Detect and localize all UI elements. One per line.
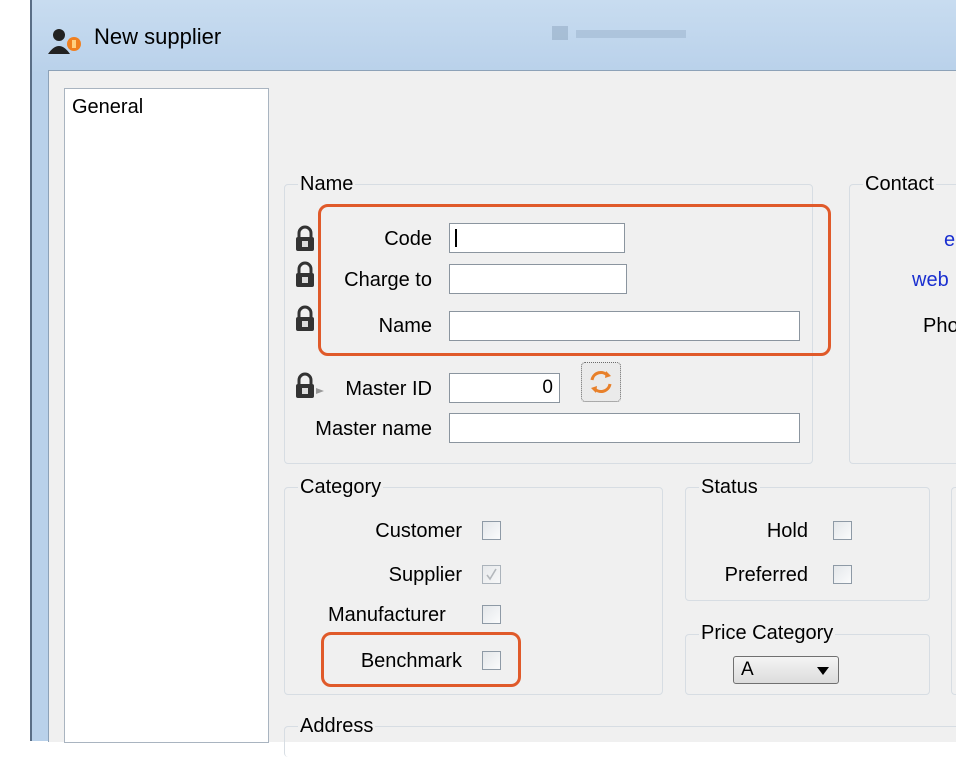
customer-label: Customer <box>375 520 462 542</box>
preferred-checkbox[interactable] <box>833 565 852 584</box>
preferred-label: Preferred <box>724 564 808 586</box>
web-link[interactable]: web <box>912 269 949 292</box>
highlight-box <box>318 204 831 356</box>
price-category-legend: Price Category <box>699 622 836 645</box>
master-name-input[interactable] <box>449 413 800 443</box>
partial-group <box>951 487 956 695</box>
titlebar-blur-decoration <box>552 26 686 40</box>
section-list[interactable] <box>64 88 269 743</box>
window-title: New supplier <box>94 24 222 49</box>
lock-icon <box>294 305 316 333</box>
lock-icon <box>294 225 316 253</box>
hold-label: Hold <box>766 520 808 542</box>
master-id-input[interactable] <box>449 373 560 403</box>
hold-checkbox[interactable] <box>833 521 852 540</box>
name-group-legend: Name <box>298 173 356 196</box>
manufacturer-checkbox[interactable] <box>482 605 501 624</box>
manufacturer-label-clip: Manufacturer <box>310 604 476 630</box>
email-link[interactable]: e <box>944 229 955 252</box>
supplier-label: Supplier <box>388 564 462 586</box>
refresh-master-button[interactable] <box>581 362 621 402</box>
highlight-box <box>321 632 521 687</box>
checkmark-icon <box>486 568 497 581</box>
manufacturer-label: Manufacturer <box>328 604 446 626</box>
phone-label: Pho <box>923 315 956 337</box>
refresh-icon <box>590 371 612 393</box>
lock-icon <box>294 261 316 289</box>
address-group <box>284 726 956 757</box>
master-name-label: Master name <box>315 418 432 440</box>
status-group-legend: Status <box>699 476 760 499</box>
supplier-app-icon <box>46 26 86 56</box>
address-group-legend: Address <box>298 715 376 738</box>
customer-checkbox[interactable] <box>482 521 501 540</box>
category-group-legend: Category <box>298 476 384 499</box>
contact-group-legend: Contact <box>863 173 936 196</box>
price-category-select[interactable]: A <box>733 656 839 684</box>
price-category-value: A <box>741 659 754 680</box>
chevron-down-icon <box>817 667 829 675</box>
supplier-checkbox[interactable] <box>482 565 501 584</box>
master-id-label: Master ID <box>345 378 432 400</box>
lock-arrow-icon <box>294 372 326 400</box>
section-item-general[interactable]: General <box>72 96 143 119</box>
